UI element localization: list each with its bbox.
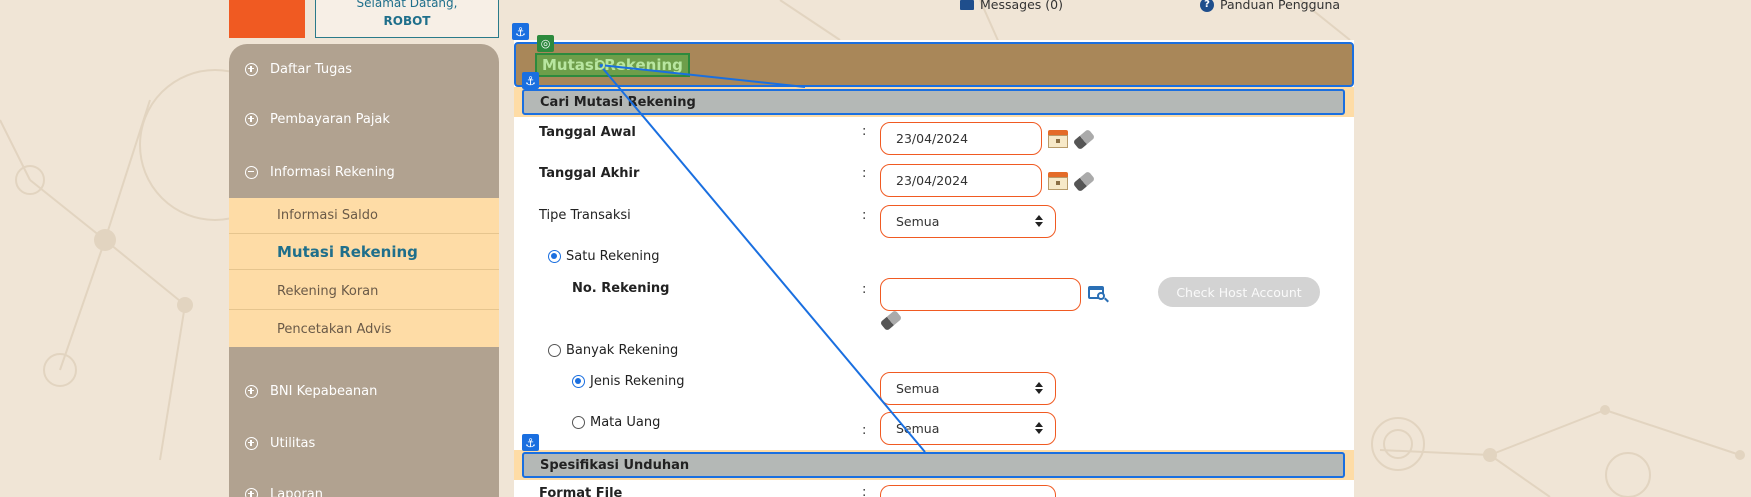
select-value: Semua — [896, 381, 940, 396]
multiple-accounts-radio[interactable] — [548, 344, 561, 357]
submenu-item-label: Rekening Koran — [277, 284, 379, 299]
select-arrows-icon — [1035, 214, 1043, 228]
sidebar-item-label: Daftar Tugas — [270, 61, 353, 77]
submenu-item-mutasi-rekening[interactable]: Mutasi Rekening — [229, 234, 499, 270]
end-date-input[interactable]: 23/04/2024 — [880, 164, 1042, 197]
sidebar-item-pembayaran-pajak[interactable]: Pembayaran Pajak — [229, 99, 499, 139]
end-date-label: Tanggal Akhir — [539, 166, 640, 181]
sidebar-item-daftar-tugas[interactable]: Daftar Tugas — [229, 49, 499, 89]
account-search-icon[interactable] — [1088, 285, 1109, 303]
target-icon: ◎ — [537, 35, 554, 52]
anchor-icon: ⚓ — [522, 434, 539, 451]
single-account-label: Satu Rekening — [566, 249, 660, 264]
currency-radio[interactable] — [572, 416, 585, 429]
check-host-account-button[interactable]: Check Host Account — [1158, 277, 1320, 307]
submenu-informasi-rekening: Informasi Saldo Mutasi Rekening Rekening… — [229, 198, 499, 347]
currency-label: Mata Uang — [590, 415, 661, 430]
sidebar-item-label: Utilitas — [270, 435, 316, 451]
guide-link[interactable]: ? Panduan Pengguna — [1200, 0, 1340, 12]
start-date-label: Tanggal Awal — [539, 125, 636, 140]
sidebar-item-label: Laporan — [270, 486, 323, 497]
colon: : — [862, 124, 867, 139]
select-arrows-icon — [1035, 381, 1043, 395]
single-account-radio[interactable] — [548, 250, 561, 263]
submenu-item-label: Informasi Saldo — [277, 208, 378, 223]
expand-icon — [245, 384, 258, 398]
anchor-icon: ⚓ — [522, 72, 539, 89]
submenu-item-pencetakan-advis[interactable]: Pencetakan Advis — [229, 311, 499, 347]
sidebar-item-label: Informasi Rekening — [270, 164, 395, 180]
messages-link[interactable]: Messages (0) — [960, 0, 1063, 12]
user-name: ROBOT — [383, 14, 431, 28]
sidebar-item-label: BNI Kepabeanan — [270, 383, 378, 399]
select-value: Semua — [896, 214, 940, 229]
logo-block — [229, 0, 305, 38]
calendar-icon[interactable] — [1048, 128, 1068, 148]
expand-icon — [245, 112, 258, 126]
calendar-icon[interactable] — [1048, 170, 1068, 190]
colon: : — [862, 485, 867, 497]
file-format-select[interactable] — [880, 485, 1056, 497]
guide-label: Panduan Pengguna — [1220, 0, 1341, 12]
submenu-item-label: Mutasi Rekening — [277, 242, 418, 261]
section-header-download: Spesifikasi Unduhan — [522, 452, 1345, 478]
multiple-accounts-label: Banyak Rekening — [566, 343, 679, 358]
anchor-icon: ⚓ — [512, 23, 529, 40]
collapse-icon — [245, 165, 258, 179]
transaction-type-label: Tipe Transaksi — [539, 208, 631, 223]
sidebar: Daftar Tugas Pembayaran Pajak Informasi … — [229, 44, 499, 497]
welcome-box: Selamat Datang, ROBOT — [315, 0, 499, 38]
page-title: Mutasi Rekening — [535, 53, 690, 77]
sidebar-item-utilitas[interactable]: Utilitas — [229, 423, 499, 463]
submenu-item-rekening-koran[interactable]: Rekening Koran — [229, 274, 499, 310]
colon: : — [862, 208, 867, 223]
sidebar-item-label: Pembayaran Pajak — [270, 111, 390, 127]
messages-label: Messages (0) — [980, 0, 1063, 12]
account-type-label: Jenis Rekening — [590, 374, 685, 389]
select-arrows-icon — [1035, 421, 1043, 435]
colon: : — [862, 423, 867, 438]
sidebar-item-informasi-rekening[interactable]: Informasi Rekening — [229, 152, 499, 192]
account-type-select[interactable]: Semua — [880, 372, 1056, 405]
sidebar-item-bni-kepabeanan[interactable]: BNI Kepabeanan — [229, 371, 499, 411]
select-value: Semua — [896, 421, 940, 436]
expand-icon — [245, 62, 258, 76]
expand-icon — [245, 436, 258, 450]
start-date-input[interactable]: 23/04/2024 — [880, 122, 1042, 155]
colon: : — [862, 166, 867, 181]
currency-select[interactable]: Semua — [880, 412, 1056, 445]
colon: : — [862, 282, 867, 297]
account-number-label: No. Rekening — [572, 281, 670, 296]
transaction-type-select[interactable]: Semua — [880, 205, 1056, 238]
account-number-input[interactable] — [880, 278, 1081, 311]
mail-icon — [960, 0, 974, 10]
account-type-radio[interactable] — [572, 375, 585, 388]
file-format-label: Format File — [539, 486, 623, 497]
welcome-text: Selamat Datang, — [356, 0, 458, 10]
expand-icon — [245, 487, 258, 497]
sidebar-item-laporan[interactable]: Laporan — [229, 474, 499, 497]
section-header-search: Cari Mutasi Rekening — [522, 89, 1345, 115]
help-icon: ? — [1200, 0, 1214, 12]
submenu-item-label: Pencetakan Advis — [277, 321, 392, 337]
submenu-item-informasi-saldo[interactable]: Informasi Saldo — [229, 198, 499, 234]
